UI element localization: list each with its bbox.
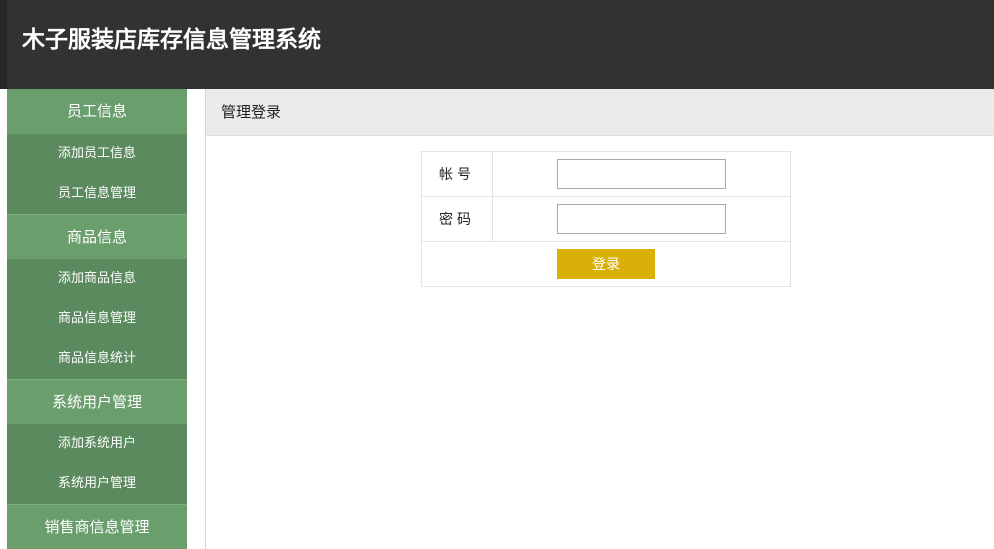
password-row: 密码 bbox=[421, 196, 791, 242]
app-header: 木子服装店库存信息管理系统 bbox=[0, 0, 994, 89]
sidebar-item-product-stats[interactable]: 商品信息统计 bbox=[7, 339, 187, 379]
sidebar-group-product-info[interactable]: 商品信息 bbox=[7, 214, 187, 259]
account-cell bbox=[492, 151, 791, 197]
account-input[interactable] bbox=[557, 159, 726, 189]
sidebar-item-add-product[interactable]: 添加商品信息 bbox=[7, 259, 187, 299]
login-form: 帐号 密码 登录 bbox=[421, 151, 791, 287]
main-content: 管理登录 帐号 密码 登录 bbox=[206, 89, 994, 549]
sidebar-item-add-employee[interactable]: 添加员工信息 bbox=[7, 134, 187, 174]
sidebar-item-manage-employee[interactable]: 员工信息管理 bbox=[7, 174, 187, 214]
breadcrumb: 管理登录 bbox=[206, 89, 994, 136]
sidebar-item-add-system-user[interactable]: 添加系统用户 bbox=[7, 424, 187, 464]
sidebar-gap bbox=[187, 89, 205, 549]
account-label: 帐号 bbox=[421, 151, 493, 197]
password-label: 密码 bbox=[421, 196, 493, 242]
sidebar-group-employee-info[interactable]: 员工信息 bbox=[7, 89, 187, 134]
app-title: 木子服装店库存信息管理系统 bbox=[22, 27, 321, 53]
sidebar-item-manage-product[interactable]: 商品信息管理 bbox=[7, 299, 187, 339]
sidebar-nav: 员工信息 添加员工信息 员工信息管理 商品信息 添加商品信息 商品信息管理 商品… bbox=[7, 89, 187, 549]
submit-cell: 登录 bbox=[421, 241, 791, 287]
left-margin bbox=[0, 89, 7, 549]
password-cell bbox=[492, 196, 791, 242]
submit-row: 登录 bbox=[421, 241, 791, 287]
account-row: 帐号 bbox=[421, 151, 791, 197]
sidebar-group-system-users[interactable]: 系统用户管理 bbox=[7, 379, 187, 424]
page-title: 管理登录 bbox=[221, 103, 282, 121]
sidebar-group-vendor-info[interactable]: 销售商信息管理 bbox=[7, 504, 187, 549]
sidebar-item-manage-system-user[interactable]: 系统用户管理 bbox=[7, 464, 187, 504]
login-button[interactable]: 登录 bbox=[557, 249, 655, 279]
password-input[interactable] bbox=[557, 204, 726, 234]
